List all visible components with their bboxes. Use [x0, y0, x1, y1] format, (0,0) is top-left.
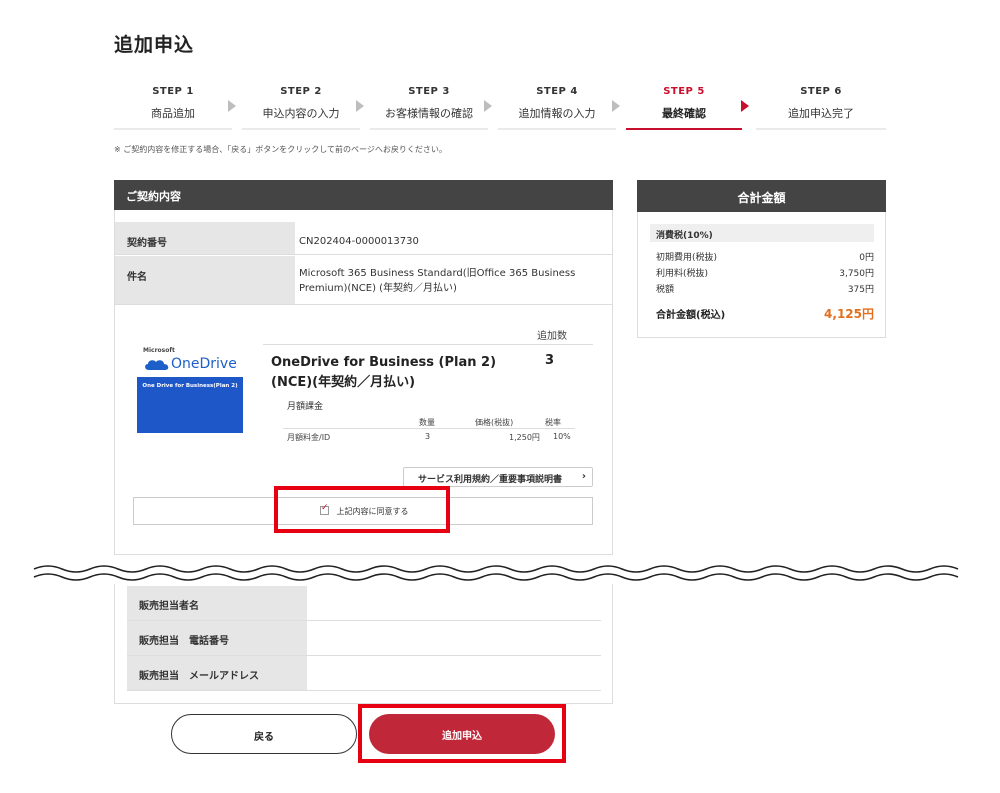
step-label: 追加情報の入力: [518, 107, 596, 120]
step-number: STEP 2: [280, 86, 322, 97]
apply-highlight-frame: [358, 704, 566, 763]
step-3: STEP 3 お客様情報の確認: [370, 86, 488, 130]
step-5: STEP 5 最終確認: [626, 86, 742, 130]
step-label: 申込内容の入力: [262, 107, 340, 120]
terms-button-label: サービス利用規約／重要事項説明書: [418, 475, 563, 485]
contract-number-label: 契約番号: [115, 222, 295, 254]
step-number: STEP 3: [408, 86, 450, 97]
step-label: お客様情報の確認: [385, 107, 473, 120]
step-label: 追加申込完了: [788, 107, 854, 120]
edit-notice: ※ ご契約内容を修正する場合、「戻る」ボタンをクリックして前のページへお戻りくだ…: [114, 145, 447, 154]
step-arrow-icon: [228, 100, 236, 112]
omission-wave-divider: [0, 562, 1000, 584]
agree-highlight-frame: [274, 486, 450, 533]
product-quantity: 3: [545, 353, 555, 368]
step-arrow-icon: [741, 100, 749, 112]
sales-name-label: 販売担当者名: [127, 586, 307, 620]
logo-subtitle: One Drive for Business(Plan 2): [142, 383, 238, 389]
subject-label: 件名: [115, 256, 295, 304]
onedrive-logo: Microsoft OneDrive One Drive for Busines…: [137, 343, 243, 433]
price-header: 価格(税抜): [475, 418, 514, 427]
initial-fee-value: 0円: [859, 253, 874, 263]
billing-table-header: 数量 価格(税抜) 税率: [283, 417, 575, 429]
total-value: 4,125円: [824, 307, 874, 321]
cloud-icon: [145, 360, 169, 370]
step-2: STEP 2 申込内容の入力: [242, 86, 360, 130]
item-cell: 月額料金/ID: [287, 433, 331, 442]
billing-type: 月額課金: [287, 402, 324, 412]
logo-header: Microsoft OneDrive: [137, 343, 243, 377]
chevron-right-icon: ›: [581, 471, 586, 482]
tax-header: 税率: [545, 418, 561, 427]
tax-amount-row: 税額 375円: [656, 282, 874, 295]
page-title: 追加申込: [114, 34, 195, 56]
table-row: 月額料金/ID 3 1,250円 10%: [283, 432, 575, 446]
usage-fee-label: 利用料(税抜): [656, 269, 709, 279]
back-button[interactable]: 戻る: [171, 714, 357, 754]
step-4: STEP 4 追加情報の入力: [498, 86, 616, 130]
summary-heading: 合計金額: [637, 180, 886, 212]
sales-phone-label: 販売担当 電話番号: [127, 621, 307, 655]
logo-product-name: OneDrive: [171, 356, 237, 372]
sales-name-row: 販売担当者名: [127, 586, 601, 621]
step-number: STEP 5: [663, 86, 705, 97]
step-number: STEP 1: [152, 86, 194, 97]
tax-cell: 10%: [553, 432, 571, 441]
logo-brand: Microsoft: [143, 347, 175, 354]
usage-fee-value: 3,750円: [839, 269, 874, 279]
step-number: STEP 6: [800, 86, 842, 97]
sales-phone-row: 販売担当 電話番号: [127, 621, 601, 656]
qty-header: 数量: [419, 418, 435, 427]
tax-amount-label: 税額: [656, 285, 675, 295]
logo-banner: One Drive for Business(Plan 2): [137, 377, 243, 433]
sales-email-label: 販売担当 メールアドレス: [127, 656, 307, 690]
step-label: 商品追加: [151, 107, 195, 120]
step-label: 最終確認: [662, 107, 706, 120]
tax-label: 消費税(10%): [650, 224, 874, 242]
step-arrow-icon: [484, 100, 492, 112]
product-name: OneDrive for Business (Plan 2)(NCE)(年契約／…: [271, 355, 497, 390]
sales-contact-panel: 販売担当者名 販売担当 電話番号 販売担当 メールアドレス: [114, 584, 613, 704]
contract-heading: ご契約内容: [114, 180, 613, 210]
step-6: STEP 6 追加申込完了: [756, 86, 886, 130]
contract-number-row: 契約番号 CN202404-0000013730: [115, 222, 612, 255]
subject-value: Microsoft 365 Business Standard(旧Office …: [299, 268, 576, 294]
summary-panel: 消費税(10%) 初期費用(税抜) 0円 利用料(税抜) 3,750円 税額 3…: [637, 212, 886, 338]
total-label: 合計金額(税込): [656, 310, 726, 321]
step-arrow-icon: [612, 100, 620, 112]
step-1: STEP 1 商品追加: [114, 86, 232, 130]
billing-table: 数量 価格(税抜) 税率 月額料金/ID 3 1,250円 10%: [283, 417, 575, 446]
sales-email-row: 販売担当 メールアドレス: [127, 656, 601, 691]
subject-row: 件名 Microsoft 365 Business Standard(旧Offi…: [115, 256, 612, 304]
step-number: STEP 4: [536, 86, 578, 97]
step-indicator: STEP 1 商品追加 STEP 2 申込内容の入力 STEP 3 お客様情報の…: [114, 86, 886, 130]
initial-fee-row: 初期費用(税抜) 0円: [656, 250, 874, 263]
usage-fee-row: 利用料(税抜) 3,750円: [656, 266, 874, 279]
terms-button[interactable]: サービス利用規約／重要事項説明書 ›: [403, 467, 593, 487]
tax-amount-value: 375円: [847, 285, 874, 295]
initial-fee-label: 初期費用(税抜): [656, 253, 718, 263]
step-arrow-icon: [356, 100, 364, 112]
count-header: 追加数: [263, 323, 593, 345]
qty-cell: 3: [425, 432, 431, 441]
count-header-label: 追加数: [537, 331, 567, 342]
price-cell: 1,250円: [509, 433, 540, 442]
total-row: 合計金額(税込) 4,125円: [656, 306, 874, 321]
